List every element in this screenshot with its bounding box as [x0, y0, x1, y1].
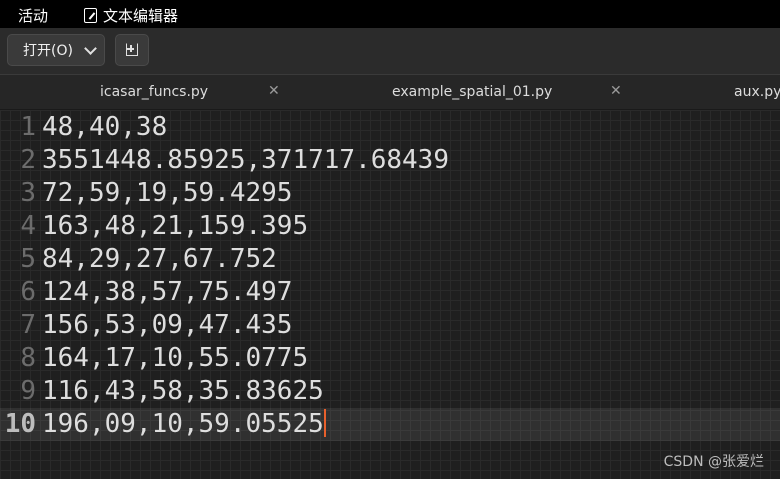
- editor-line: 7 156,53,09,47.435: [0, 309, 780, 342]
- tab-label: example_spatial_01.py: [392, 84, 553, 100]
- tab-label: aux.py: [734, 84, 780, 100]
- editor-line-current: 10 196,09,10,59.05525: [0, 408, 780, 441]
- line-text: 163,48,21,159.395: [42, 211, 309, 241]
- line-text: 196,09,10,59.05525: [42, 409, 324, 439]
- editor-line: 5 84,29,27,67.752: [0, 243, 780, 276]
- line-text: 116,43,58,35.83625: [42, 376, 324, 406]
- text-editor-icon: [84, 8, 97, 23]
- editor-line: 2 3551448.85925,371717.68439: [0, 144, 780, 177]
- editor-line: 9 116,43,58,35.83625: [0, 375, 780, 408]
- watermark: CSDN @张爱烂: [663, 454, 764, 470]
- app-name: 文本编辑器: [103, 7, 179, 25]
- line-text: 124,38,57,75.497: [42, 277, 293, 307]
- line-text: 72,59,19,59.4295: [42, 178, 293, 208]
- text-editor-area[interactable]: 1 48,40,38 2 3551448.85925,371717.68439 …: [0, 110, 780, 479]
- new-document-icon: [126, 43, 138, 56]
- close-icon[interactable]: ✕: [268, 83, 280, 99]
- text-caret: [323, 409, 326, 437]
- line-number: 8: [20, 343, 36, 373]
- line-number: 4: [20, 211, 36, 241]
- editor-line: 4 163,48,21,159.395: [0, 210, 780, 243]
- line-text: 84,29,27,67.752: [42, 244, 277, 274]
- new-document-button[interactable]: [115, 34, 149, 66]
- top-bar: 活动 文本编辑器: [0, 0, 780, 28]
- line-text: 48,40,38: [42, 112, 168, 142]
- editor-line: 1 48,40,38: [0, 111, 780, 144]
- editor-line: 6 124,38,57,75.497: [0, 276, 780, 309]
- line-number: 10: [4, 409, 36, 439]
- tab-bar: icasar_funcs.py ✕ example_spatial_01.py …: [0, 74, 780, 110]
- editor-line: 8 164,17,10,55.0775: [0, 342, 780, 375]
- close-icon[interactable]: ✕: [610, 83, 622, 99]
- activities-button[interactable]: 活动: [18, 5, 48, 26]
- app-menu[interactable]: 文本编辑器: [84, 5, 178, 26]
- line-number: 3: [20, 178, 36, 208]
- tab-label: icasar_funcs.py: [100, 84, 209, 100]
- line-number: 1: [20, 112, 36, 142]
- chevron-down-icon: [84, 42, 97, 55]
- open-button[interactable]: 打开(O): [7, 34, 105, 66]
- open-button-label: 打开(O): [23, 43, 73, 59]
- line-number: 9: [20, 376, 36, 406]
- line-number: 6: [20, 277, 36, 307]
- line-text: 156,53,09,47.435: [42, 310, 293, 340]
- editor-line: 3 72,59,19,59.4295: [0, 177, 780, 210]
- line-text: 164,17,10,55.0775: [42, 343, 309, 373]
- line-number: 2: [20, 145, 36, 175]
- line-number: 7: [20, 310, 36, 340]
- line-number: 5: [20, 244, 36, 274]
- line-text: 3551448.85925,371717.68439: [42, 145, 449, 175]
- line-text-with-caret: 196,09,10,59.05525: [42, 408, 326, 441]
